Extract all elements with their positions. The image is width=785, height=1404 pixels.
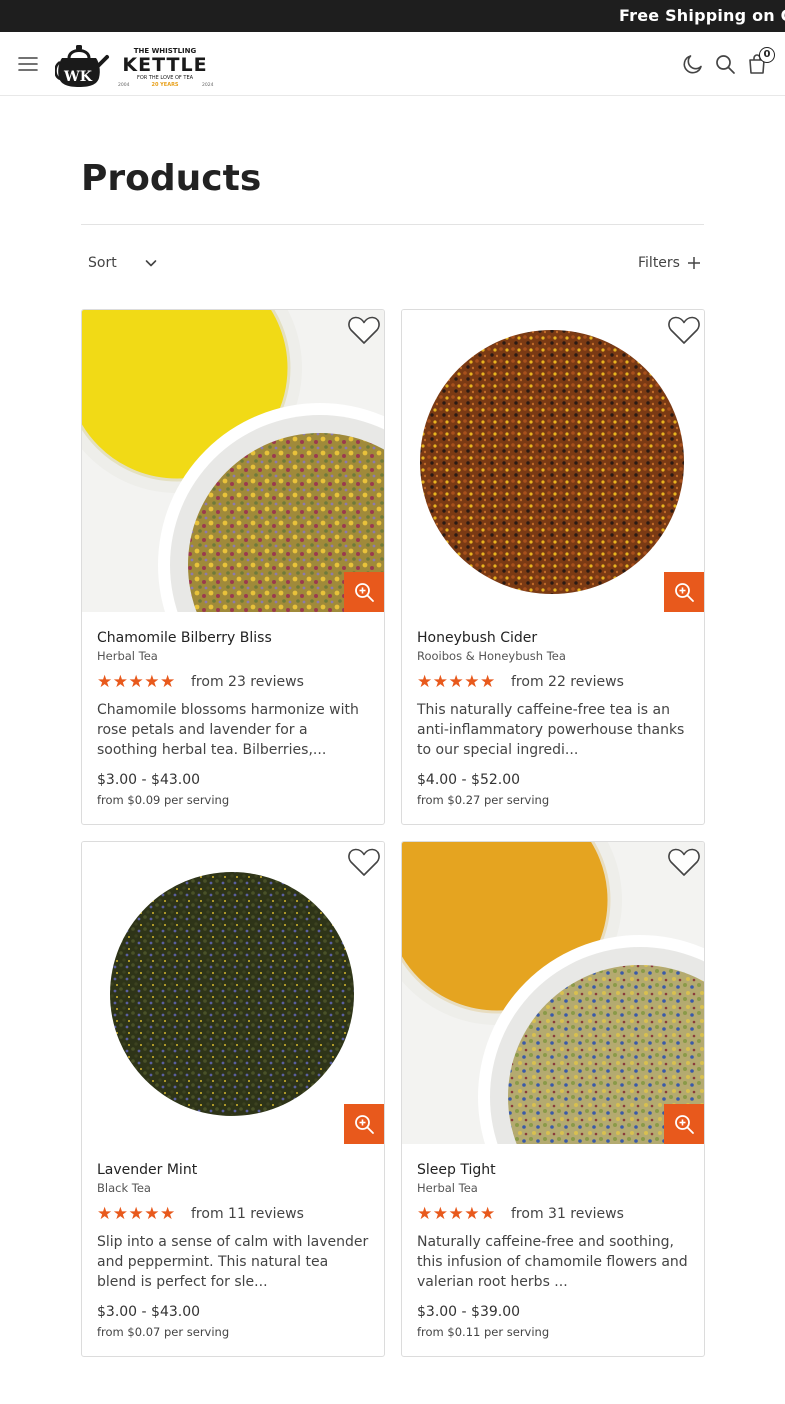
rating-stars: ★★★★★ xyxy=(97,1204,176,1224)
filters-button[interactable]: Filters xyxy=(630,250,706,276)
product-image[interactable] xyxy=(82,310,384,612)
product-card[interactable]: Chamomile Bilberry Bliss Herbal Tea ★★★★… xyxy=(81,309,385,825)
sort-dropdown[interactable]: Sort xyxy=(81,250,166,276)
product-type: Rooibos & Honeybush Tea xyxy=(417,649,566,663)
product-name[interactable]: Honeybush Cider xyxy=(417,630,537,646)
rating-stars: ★★★★★ xyxy=(417,672,496,692)
quick-view-button[interactable] xyxy=(664,572,704,612)
cart-count-badge: 0 xyxy=(759,47,775,63)
svg-text:2004: 2004 xyxy=(118,82,130,88)
zoom-in-icon xyxy=(355,1115,374,1134)
chamomile-bilberry-tea-photo xyxy=(82,310,384,612)
lavender-mint-tea-photo xyxy=(82,842,384,1144)
announcement-text: Free Shipping on O xyxy=(619,6,785,25)
zoom-in-icon xyxy=(675,1115,694,1134)
product-name[interactable]: Lavender Mint xyxy=(97,1162,197,1178)
per-serving-price: from $0.09 per serving xyxy=(97,793,230,807)
per-serving-price: from $0.27 per serving xyxy=(417,793,550,807)
hamburger-icon[interactable] xyxy=(18,54,38,74)
per-serving-price: from $0.11 per serving xyxy=(417,1325,550,1339)
svg-text:WK: WK xyxy=(63,69,93,85)
svg-text:KETTLE: KETTLE xyxy=(122,54,207,76)
product-price: $3.00 - $43.00 xyxy=(97,1304,201,1320)
heart-icon[interactable] xyxy=(667,314,701,346)
svg-text:20 YEARS: 20 YEARS xyxy=(151,82,178,88)
heart-icon[interactable] xyxy=(347,314,381,346)
sort-label: Sort xyxy=(88,255,117,271)
divider xyxy=(81,224,704,225)
site-header: WK THE WHISTLING KETTLE FOR THE LOVE OF … xyxy=(0,32,785,96)
product-description: Slip into a sense of calm with lavender … xyxy=(97,1234,369,1290)
review-count[interactable]: from 11 reviews xyxy=(191,1206,304,1222)
product-image[interactable] xyxy=(82,842,384,1144)
chevron-down-icon xyxy=(145,260,157,267)
product-description: Chamomile blossoms harmonize with rose p… xyxy=(97,702,359,758)
product-image[interactable] xyxy=(402,310,704,612)
rating-stars: ★★★★★ xyxy=(417,1204,496,1224)
rating-stars: ★★★★★ xyxy=(97,672,176,692)
product-type: Herbal Tea xyxy=(417,1181,478,1195)
page-title: Products xyxy=(81,158,262,199)
product-price: $4.00 - $52.00 xyxy=(417,772,521,788)
quick-view-button[interactable] xyxy=(344,572,384,612)
product-name[interactable]: Chamomile Bilberry Bliss xyxy=(97,630,272,646)
zoom-in-icon xyxy=(355,583,374,602)
review-count[interactable]: from 22 reviews xyxy=(511,674,624,690)
product-price: $3.00 - $43.00 xyxy=(97,772,201,788)
quick-view-button[interactable] xyxy=(344,1104,384,1144)
product-name[interactable]: Sleep Tight xyxy=(417,1162,496,1178)
honeybush-cider-tea-photo xyxy=(402,310,704,612)
sleep-tight-tea-photo xyxy=(402,842,704,1144)
plus-icon xyxy=(688,257,700,269)
product-type: Herbal Tea xyxy=(97,649,158,663)
product-description: This naturally caffeine-free tea is an a… xyxy=(417,702,685,758)
svg-text:FOR THE LOVE OF TEA: FOR THE LOVE OF TEA xyxy=(137,75,194,81)
product-price: $3.00 - $39.00 xyxy=(417,1304,521,1320)
site-logo[interactable]: WK THE WHISTLING KETTLE FOR THE LOVE OF … xyxy=(55,40,220,88)
per-serving-price: from $0.07 per serving xyxy=(97,1325,230,1339)
announcement-bar: Free Shipping on O xyxy=(0,0,785,32)
zoom-in-icon xyxy=(675,583,694,602)
review-count[interactable]: from 31 reviews xyxy=(511,1206,624,1222)
product-image[interactable] xyxy=(402,842,704,1144)
product-description: Naturally caffeine-free and soothing, th… xyxy=(417,1234,688,1290)
heart-icon[interactable] xyxy=(667,846,701,878)
svg-text:2024: 2024 xyxy=(202,82,214,88)
product-type: Black Tea xyxy=(97,1181,151,1195)
product-card[interactable]: Sleep Tight Herbal Tea ★★★★★ from 31 rev… xyxy=(401,841,705,1357)
heart-icon[interactable] xyxy=(347,846,381,878)
moon-icon[interactable] xyxy=(681,52,705,76)
product-card[interactable]: Lavender Mint Black Tea ★★★★★ from 11 re… xyxy=(81,841,385,1357)
filters-label: Filters xyxy=(638,255,680,271)
product-card[interactable]: Honeybush Cider Rooibos & Honeybush Tea … xyxy=(401,309,705,825)
search-icon[interactable] xyxy=(713,52,737,76)
quick-view-button[interactable] xyxy=(664,1104,704,1144)
review-count[interactable]: from 23 reviews xyxy=(191,674,304,690)
